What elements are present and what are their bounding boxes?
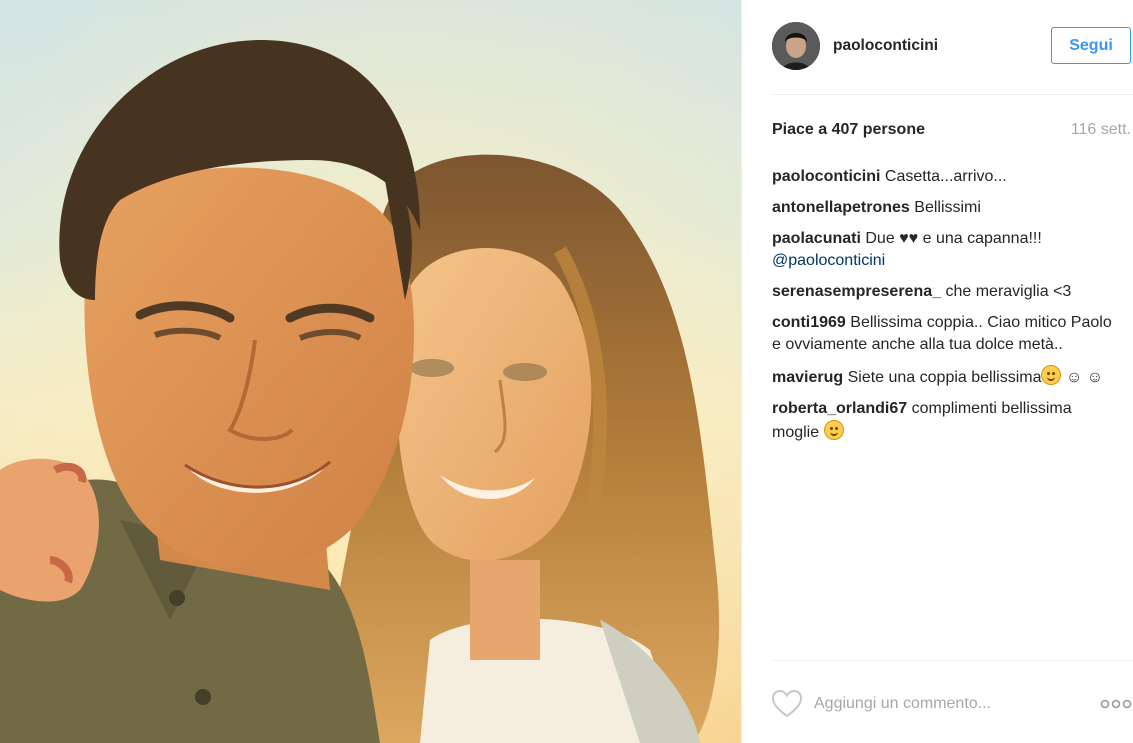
comment-emoji-text: ☺ ☺ xyxy=(1065,369,1104,386)
post-header: paoloconticini Segui xyxy=(772,0,1133,95)
post-details-panel: paoloconticini Segui Piace a 407 persone… xyxy=(741,0,1133,743)
comment-text: Bellissimi xyxy=(914,199,981,216)
smiley-emoji xyxy=(823,420,844,440)
comment-text: che meraviglia <3 xyxy=(945,283,1072,300)
add-comment-input[interactable] xyxy=(814,690,1074,718)
profile-avatar[interactable] xyxy=(772,22,820,70)
smiley-emoji xyxy=(1041,365,1062,385)
instagram-post: paoloconticini Segui Piace a 407 persone… xyxy=(0,0,1133,743)
comment-mention[interactable]: @paoloconticini xyxy=(772,252,885,269)
heart-icon[interactable] xyxy=(772,690,802,718)
comment-item: mavierug Siete una coppia bellissima ☺ ☺ xyxy=(772,365,1122,389)
comment-username[interactable]: conti1969 xyxy=(772,314,846,331)
comment-username[interactable]: mavierug xyxy=(772,369,843,386)
post-photo[interactable] xyxy=(0,0,741,743)
follow-button[interactable]: Segui xyxy=(1051,27,1131,64)
more-options-icon[interactable] xyxy=(1100,698,1132,710)
comment-username[interactable]: serenasempreserena_ xyxy=(772,283,941,300)
author-username[interactable]: paoloconticini xyxy=(833,37,938,55)
comment-item: roberta_orlandi67 complimenti bellissima… xyxy=(772,398,1122,444)
post-timestamp[interactable]: 116 sett. xyxy=(1071,121,1131,139)
comment-text: Siete una coppia bellissima xyxy=(847,369,1042,386)
comment-item: antonellapetrones Bellissimi xyxy=(772,197,1122,219)
avatar-image xyxy=(772,22,820,70)
comments-list: paoloconticini Casetta...arrivo... anton… xyxy=(772,166,1122,453)
comment-item: serenasempreserena_ che meraviglia <3 xyxy=(772,281,1122,303)
comment-username[interactable]: paolacunati xyxy=(772,230,861,247)
comment-username[interactable]: roberta_orlandi67 xyxy=(772,400,907,417)
photo-illustration xyxy=(0,0,741,743)
comment-username[interactable]: paoloconticini xyxy=(772,168,880,185)
comment-text: Due ♥♥ e una capanna!!! xyxy=(865,230,1042,247)
comment-item: conti1969 Bellissima coppia.. Ciao mitic… xyxy=(772,312,1122,356)
comment-username[interactable]: antonellapetrones xyxy=(772,199,910,216)
comment-footer xyxy=(772,660,1133,743)
comment-text: Casetta...arrivo... xyxy=(884,168,1007,185)
likes-count[interactable]: Piace a 407 persone xyxy=(772,121,925,139)
likes-row: Piace a 407 persone 116 sett. xyxy=(772,121,1131,141)
comment-item: paolacunati Due ♥♥ e una capanna!!! @pao… xyxy=(772,228,1122,272)
comment-item: paoloconticini Casetta...arrivo... xyxy=(772,166,1122,188)
